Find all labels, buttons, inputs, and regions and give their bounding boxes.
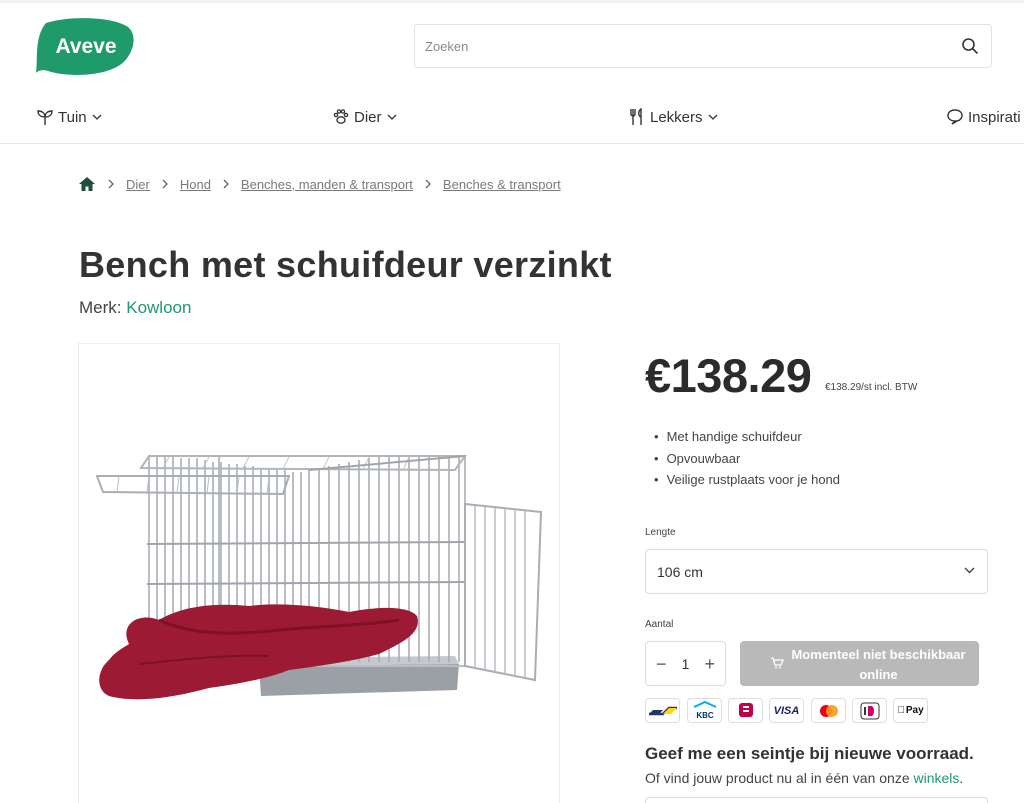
brand-label: Merk: [79, 298, 122, 317]
nav-item-lekkers[interactable]: Lekkers [628, 105, 718, 129]
belfius-icon [728, 698, 763, 723]
nav-label-lekkers: Lekkers [650, 108, 703, 126]
visa-icon: VISA [769, 698, 804, 723]
dog-crate-image [95, 455, 543, 700]
stores-link[interactable]: winkels [914, 770, 960, 786]
chevron-down-icon [387, 114, 396, 120]
apple-pay-icon: Pay [893, 698, 928, 723]
breadcrumb-benches-transport[interactable]: Benches & transport [443, 177, 561, 192]
breadcrumb-dier[interactable]: Dier [126, 177, 150, 192]
length-value: 106 cm [657, 563, 703, 580]
search-box[interactable] [414, 24, 992, 68]
home-icon[interactable] [78, 176, 96, 192]
decrease-quantity-button[interactable]: − [656, 655, 667, 673]
cutlery-icon [630, 108, 642, 125]
main-nav: Tuin Dier Lekkers Inspirati [0, 96, 1024, 144]
email-field[interactable] [645, 797, 988, 803]
quantity-stepper[interactable]: − 1 + [645, 641, 726, 686]
logo-text: Aveve [55, 35, 116, 58]
list-item: Veilige rustplaats voor je hond [654, 469, 840, 491]
bancontact-icon [645, 698, 680, 723]
chevron-down-icon [964, 567, 975, 574]
product-price: €138.29 [645, 349, 812, 402]
notify-title: Geef me een seintje bij nieuwe voorraad. [645, 744, 974, 763]
top-border [0, 0, 1024, 3]
quantity-label: Aantal [645, 619, 674, 630]
aveve-logo[interactable]: Aveve [36, 17, 136, 75]
product-image[interactable] [78, 343, 560, 803]
search-icon[interactable] [961, 37, 979, 55]
breadcrumb: Dier Hond Benches, manden & transport Be… [78, 175, 561, 193]
nav-label-inspiratie: Inspirati [968, 108, 1021, 126]
add-to-cart-label: Momenteel niet beschikbaar online [791, 647, 966, 682]
chevron-right-icon [223, 179, 229, 189]
chevron-down-icon [92, 114, 102, 120]
mastercard-icon [811, 698, 846, 723]
chevron-down-icon [708, 114, 717, 120]
nav-item-inspiratie[interactable]: Inspirati [946, 105, 1024, 129]
notify-sentence: Of vind jouw product nu al in één van on… [645, 770, 910, 786]
nav-label-dier: Dier [354, 108, 382, 126]
product-title: Bench met schuifdeur verzinkt [79, 244, 612, 285]
chevron-right-icon [108, 179, 114, 189]
apple-pay-label: Pay [902, 705, 924, 716]
chevron-right-icon [425, 179, 431, 189]
feature-list: Met handige schuifdeur Opvouwbaar Veilig… [654, 426, 840, 491]
notify-end: . [959, 770, 964, 786]
notify-text: Of vind jouw product nu al in één van on… [645, 770, 963, 786]
list-item: Opvouwbaar [654, 448, 840, 470]
nav-item-tuin[interactable]: Tuin [36, 105, 102, 129]
kbc-icon: KBC [687, 698, 722, 723]
svg-text:KBC: KBC [696, 711, 714, 720]
quantity-value[interactable]: 1 [682, 656, 690, 672]
breadcrumb-hond[interactable]: Hond [180, 177, 211, 192]
paw-icon [333, 109, 349, 124]
chat-bubble-icon [947, 109, 963, 125]
product-brand: Merk: Kowloon [79, 298, 191, 318]
brand-link[interactable]: Kowloon [126, 298, 191, 317]
ideal-icon [852, 698, 887, 723]
nav-item-dier[interactable]: Dier [332, 105, 397, 129]
add-to-cart-button[interactable]: Momenteel niet beschikbaar online [740, 641, 979, 686]
search-input[interactable] [425, 25, 945, 67]
list-item: Met handige schuifdeur [654, 426, 840, 448]
chevron-right-icon [162, 179, 168, 189]
length-select[interactable]: 106 cm [645, 549, 988, 594]
length-label: Lengte [645, 527, 676, 538]
plant-icon [37, 110, 53, 125]
cart-icon [771, 657, 784, 669]
nav-label-tuin: Tuin [58, 108, 87, 126]
breadcrumb-benches-manden[interactable]: Benches, manden & transport [241, 177, 413, 192]
unit-price: €138.29/st incl. BTW [825, 382, 918, 393]
increase-quantity-button[interactable]: + [704, 655, 715, 673]
